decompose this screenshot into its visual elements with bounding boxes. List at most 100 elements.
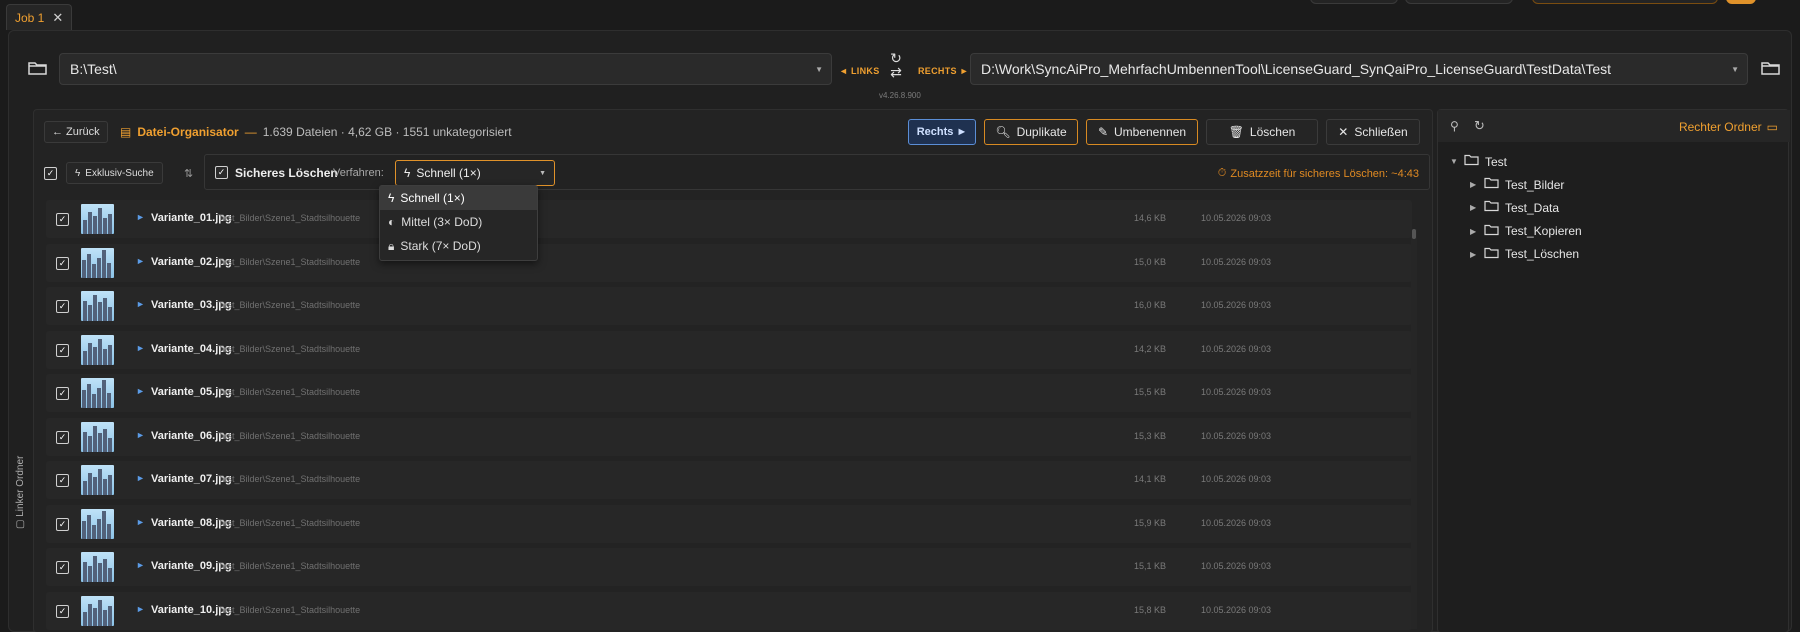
file-size: 15,1 KB: [1133, 561, 1166, 571]
folder-open-icon[interactable]: [23, 53, 53, 83]
file-date: 10.05.2026 09:03: [1201, 343, 1272, 354]
tree-item-folder[interactable]: ▶ Test_Data: [1470, 200, 1559, 215]
top-button[interactable]: [1532, 0, 1718, 4]
file-path: Test_Bilder\Szene1_Stadtsilhouette: [218, 474, 361, 484]
collapsed-triangle-icon[interactable]: ▶: [1470, 227, 1478, 236]
left-folder-sidebar[interactable]: ▢ Linker Ordner: [13, 109, 33, 629]
file-path: Test_Bilder\Szene1_Stadtsilhouette: [218, 213, 361, 223]
file-size: 15,5 KB: [1133, 387, 1166, 397]
close-icon: ✕: [1338, 125, 1349, 139]
table-row[interactable]: ✓ ► Variante_10.jpg Test_Bilder\Szene1_S…: [46, 591, 1412, 630]
table-row[interactable]: ✓ ► Variante_06.jpg Test_Bilder\Szene1_S…: [46, 417, 1412, 456]
method-selected: Schnell (1×): [416, 166, 481, 180]
row-checkbox[interactable]: ✓: [56, 213, 69, 226]
method-select[interactable]: ϟ Schnell (1×) ▼: [395, 160, 555, 186]
back-button[interactable]: ← Zurück: [44, 121, 108, 143]
path-row: B:\Test\ ▼ ◄ LINKS ↻ ⇄ RECHTS ► v4.26.8.9…: [9, 31, 1793, 107]
image-thumbnail: [81, 291, 114, 321]
table-row[interactable]: ✓ ► Variante_05.jpg Test_Bilder\Szene1_S…: [46, 374, 1412, 412]
table-row[interactable]: ✓ ► Variante_09.jpg Test_Bilder\Szene1_S…: [46, 548, 1412, 586]
table-row[interactable]: ✓ ► Variante_04.jpg Test_Bilder\Szene1_S…: [46, 330, 1412, 369]
left-path-input[interactable]: B:\Test\ ▼: [59, 53, 832, 85]
collapsed-triangle-icon[interactable]: ▶: [1470, 180, 1478, 189]
lightning-icon: ϟ: [404, 166, 411, 180]
image-thumbnail: [81, 465, 114, 495]
top-button[interactable]: [1726, 0, 1756, 4]
flag-icon: ►: [136, 429, 145, 440]
table-row[interactable]: ✓ ► Variante_03.jpg Test_Bilder\Szene1_S…: [46, 287, 1412, 325]
row-checkbox[interactable]: ✓: [56, 474, 69, 487]
row-checkbox[interactable]: ✓: [56, 343, 69, 357]
row-checkbox[interactable]: ✓: [56, 387, 69, 400]
rechts-label: RECHTS ►: [918, 66, 969, 76]
file-size: 15,8 KB: [1133, 604, 1166, 615]
tree-root-test[interactable]: ▼ Test: [1450, 154, 1507, 169]
folder-icon: [1484, 224, 1499, 239]
tree-item-folder[interactable]: ▶ Test_Kopieren: [1470, 224, 1582, 239]
file-size: 15,9 KB: [1133, 517, 1166, 528]
timer-icon: ⏱: [1217, 167, 1227, 179]
file-size: 14,2 KB: [1133, 343, 1166, 354]
method-label: Verfahren:: [333, 167, 384, 179]
flag-icon: ►: [136, 212, 145, 222]
links-label: ◄ LINKS: [839, 66, 880, 76]
table-row[interactable]: ✓ ► Variante_07.jpg Test_Bilder\Szene1_S…: [46, 461, 1412, 499]
secure-delete-checkbox[interactable]: ✓: [215, 166, 228, 179]
right-panel-header: ⚲ ↻ Rechter Ordner ▭: [1438, 110, 1790, 142]
exklusiv-search-button[interactable]: ϟ Exklusiv-Suche: [66, 162, 163, 184]
flag-icon: ►: [136, 299, 145, 309]
file-list-scrollbar[interactable]: [1411, 229, 1417, 629]
table-row[interactable]: ✓ ► Variante_08.jpg Test_Bilder\Szene1_S…: [46, 504, 1412, 543]
right-path-input[interactable]: D:\Work\SyncAiPro_MehrfachUmbennenTool\L…: [970, 53, 1748, 85]
method-option[interactable]: ϟ Schnell (1×): [380, 186, 537, 210]
folder-open-icon[interactable]: [1756, 53, 1786, 83]
row-checkbox[interactable]: ✓: [56, 517, 69, 531]
pin-icon[interactable]: ⚲: [1450, 119, 1459, 133]
expanded-triangle-icon[interactable]: ▼: [1450, 157, 1458, 166]
row-checkbox[interactable]: ✓: [56, 256, 69, 270]
collapsed-triangle-icon[interactable]: ▶: [1470, 203, 1478, 212]
select-all-checkbox[interactable]: ✓: [44, 167, 57, 180]
tree-item-folder[interactable]: ▶ Test_Bilder: [1470, 177, 1564, 192]
method-option[interactable]: 🔒︎ Stark (7× DoD): [380, 234, 537, 258]
collapsed-triangle-icon[interactable]: ▶: [1470, 250, 1478, 259]
top-button[interactable]: [1405, 0, 1513, 4]
file-path: Test_Bilder\Szene1_Stadtsilhouette: [218, 561, 361, 571]
chevron-down-icon[interactable]: ▼: [815, 65, 823, 74]
table-row[interactable]: ✓ ► Variante_01.jpg Test_Bilder\Szene1_S…: [46, 200, 1412, 238]
close-icon[interactable]: ✕: [52, 10, 63, 26]
schliessen-button[interactable]: ✕ Schließen: [1326, 119, 1420, 145]
umbenennen-button[interactable]: ✎ Umbenennen: [1086, 119, 1198, 145]
loeschen-button[interactable]: 🗑︎ Löschen: [1206, 119, 1318, 145]
pencil-icon: ✎: [1097, 125, 1108, 139]
image-thumbnail: [81, 378, 114, 408]
image-thumbnail: [81, 552, 114, 582]
row-checkbox[interactable]: ✓: [56, 604, 69, 618]
top-button[interactable]: [1310, 0, 1398, 4]
file-date: 10.05.2026 09:03: [1201, 561, 1272, 571]
file-date: 10.05.2026 09:03: [1201, 517, 1272, 528]
file-path: Test_Bilder\Szene1_Stadtsilhouette: [218, 387, 361, 397]
rechts-button[interactable]: Rechts ►: [908, 119, 976, 145]
tree-item-folder[interactable]: ▶ Test_Löschen: [1470, 247, 1579, 262]
row-checkbox[interactable]: ✓: [56, 561, 69, 574]
table-row[interactable]: ✓ ► Variante_02.jpg Test_Bilder\Szene1_S…: [46, 243, 1412, 282]
organizer-header: ← Zurück ▤ Datei-Organisator — 1.639 Dat…: [34, 110, 1432, 150]
sort-icon[interactable]: ⇅: [184, 167, 193, 180]
chevron-down-icon[interactable]: ▼: [1731, 65, 1739, 74]
scrollbar-thumb[interactable]: [1412, 229, 1416, 239]
row-checkbox[interactable]: ✓: [56, 430, 69, 444]
trash-icon: 🗑︎: [1228, 125, 1244, 139]
right-path-value: D:\Work\SyncAiPro_MehrfachUmbennenTool\L…: [981, 61, 1612, 77]
image-thumbnail: [81, 204, 114, 234]
method-dropdown: ϟ Schnell (1×) ◐ Mittel (3× DoD) 🔒︎ Stark (7×…: [379, 185, 538, 261]
row-checkbox[interactable]: ✓: [56, 300, 69, 313]
file-path: Test_Bilder\Szene1_Stadtsilhouette: [218, 343, 361, 354]
method-option[interactable]: ◐ Mittel (3× DoD): [380, 210, 537, 234]
duplikate-button[interactable]: 🔍︎ Duplikate: [984, 119, 1078, 145]
refresh-icon[interactable]: ↻: [1474, 118, 1485, 134]
tab-job-1[interactable]: Job 1 ✕: [6, 4, 73, 30]
swap-icon[interactable]: ↻ ⇄: [884, 51, 908, 79]
file-path: Test_Bilder\Szene1_Stadtsilhouette: [218, 300, 361, 310]
file-organizer-panel: ← Zurück ▤ Datei-Organisator — 1.639 Dat…: [33, 109, 1433, 632]
